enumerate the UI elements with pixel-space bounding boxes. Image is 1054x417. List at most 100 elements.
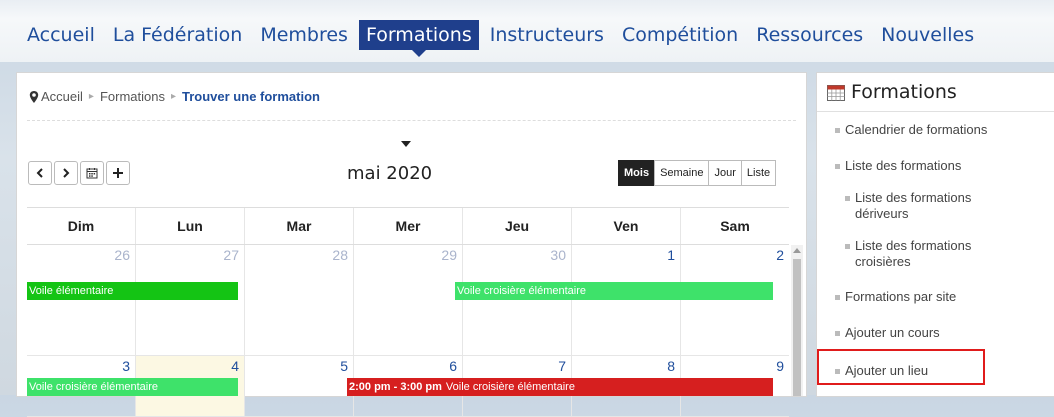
- sidebar-item-label: Liste des formations dériveurs: [855, 190, 972, 221]
- day-number[interactable]: 29: [441, 247, 457, 263]
- breadcrumb-current: Trouver une formation: [182, 89, 320, 104]
- calendar-week: 26 27 28 29 30 1 2 Voile élémentaire Voi…: [27, 245, 789, 356]
- calendar-day-cell[interactable]: 2: [680, 245, 789, 355]
- sidebar-item-label: Ajouter un lieu: [845, 363, 929, 378]
- calendar-day-cell[interactable]: 29: [353, 245, 462, 355]
- sidebar-item-label: Formations par site: [845, 289, 957, 304]
- calendar-header-row: Dim Lun Mar Mer Jeu Ven Sam: [27, 207, 789, 245]
- bullet-icon: [835, 164, 840, 170]
- day-number[interactable]: 1: [667, 247, 675, 263]
- scroll-thumb[interactable]: [793, 259, 801, 396]
- divider: [27, 120, 796, 121]
- breadcrumb: Accueil ▸ Formations ▸ Trouver une forma…: [29, 89, 320, 104]
- bullet-icon: [835, 128, 840, 134]
- sidebar-item-liste[interactable]: Liste des formations: [835, 158, 961, 174]
- sidebar-item-calendrier[interactable]: Calendrier de formations: [835, 122, 987, 138]
- day-header: Ven: [571, 208, 680, 244]
- bullet-icon: [835, 331, 840, 337]
- chevron-left-icon: [36, 168, 43, 178]
- day-number[interactable]: 6: [449, 358, 457, 374]
- calendar-day-cell[interactable]: 30: [462, 245, 571, 355]
- day-number[interactable]: 7: [558, 358, 566, 374]
- day-header: Dim: [67, 218, 95, 234]
- breadcrumb-section[interactable]: Formations: [100, 89, 165, 104]
- sidebar-item-label: Ajouter un cours: [845, 325, 940, 340]
- day-number[interactable]: 3: [122, 358, 130, 374]
- calendar-day-cell[interactable]: 26: [27, 245, 135, 355]
- day-header: Sam: [680, 208, 789, 244]
- plus-icon: [113, 168, 123, 178]
- calendar-event[interactable]: Voile croisière élémentaire: [27, 378, 238, 396]
- day-number[interactable]: 9: [776, 358, 784, 374]
- sidebar-item-label: Calendrier de formations: [845, 122, 988, 137]
- bullet-icon: [835, 369, 840, 375]
- calendar-grid: Dim Lun Mar Mer Jeu Ven Sam 26 27 28 29 …: [27, 207, 789, 417]
- nav-item-formations[interactable]: Formations: [358, 20, 479, 50]
- day-number[interactable]: 5: [340, 358, 348, 374]
- divider: [817, 111, 1054, 112]
- day-number[interactable]: 4: [231, 358, 239, 374]
- view-week-button[interactable]: Semaine: [654, 160, 710, 186]
- day-number[interactable]: 27: [223, 247, 239, 263]
- sidebar: Formations Calendrier de formations List…: [816, 72, 1054, 397]
- breadcrumb-separator-icon: ▸: [170, 91, 177, 102]
- sidebar-item-ajouter-lieu[interactable]: Ajouter un lieu: [835, 363, 928, 379]
- calendar-picker-button[interactable]: [80, 161, 104, 185]
- calendar-event[interactable]: Voile croisière élémentaire: [455, 282, 773, 300]
- event-title: Voile croisière élémentaire: [445, 381, 575, 393]
- view-day-button[interactable]: Jour: [708, 160, 742, 186]
- view-month-button[interactable]: Mois: [618, 160, 656, 186]
- dropdown-caret-icon[interactable]: [401, 141, 411, 147]
- breadcrumb-home[interactable]: Accueil: [41, 89, 83, 104]
- map-pin-icon: [29, 90, 39, 103]
- nav-item-competition[interactable]: Compétition: [615, 20, 745, 50]
- sidebar-item-croisieres[interactable]: Liste des formations croisières: [845, 238, 1025, 270]
- nav-item-ressources[interactable]: Ressources: [749, 20, 870, 50]
- calendar-icon: [86, 168, 98, 179]
- calendar-event[interactable]: Voile élémentaire: [27, 282, 238, 300]
- sidebar-title: Formations: [827, 81, 957, 103]
- bullet-icon: [845, 196, 850, 201]
- nav-item-federation[interactable]: La Fédération: [106, 20, 249, 50]
- calendar-day-cell[interactable]: 5: [244, 356, 353, 416]
- breadcrumb-separator-icon: ▸: [88, 91, 94, 102]
- bullet-icon: [845, 244, 850, 249]
- next-button[interactable]: [54, 161, 78, 185]
- nav-menu: Accueil La Fédération Membres Formations…: [20, 20, 985, 50]
- bullet-icon: [835, 295, 840, 301]
- main-content: Accueil ▸ Formations ▸ Trouver une forma…: [16, 72, 807, 417]
- chevron-right-icon: [63, 168, 70, 178]
- day-header: Jeu: [462, 208, 571, 244]
- sidebar-item-par-site[interactable]: Formations par site: [835, 289, 956, 305]
- nav-item-instructeurs[interactable]: Instructeurs: [483, 20, 611, 50]
- sidebar-item-deriveurs[interactable]: Liste des formations dériveurs: [845, 190, 1025, 222]
- nav-item-accueil[interactable]: Accueil: [20, 20, 102, 50]
- nav-item-nouvelles[interactable]: Nouvelles: [874, 20, 981, 50]
- calendar-day-cell[interactable]: 27: [135, 245, 244, 355]
- day-header: Mer: [353, 208, 462, 244]
- sidebar-item-ajouter-cours[interactable]: Ajouter un cours: [835, 325, 940, 341]
- sidebar-item-label: Liste des formations: [845, 158, 962, 173]
- add-button[interactable]: [106, 161, 130, 185]
- calendar-icon: [827, 84, 845, 101]
- prev-button[interactable]: [28, 161, 52, 185]
- nav-item-membres[interactable]: Membres: [253, 20, 355, 50]
- calendar-day-cell[interactable]: 28: [244, 245, 353, 355]
- day-number[interactable]: 30: [550, 247, 566, 263]
- day-header: Mar: [244, 208, 353, 244]
- day-header: Lun: [135, 208, 244, 244]
- day-number[interactable]: 26: [114, 247, 130, 263]
- event-time: 2:00 pm - 3:00 pm: [349, 381, 442, 393]
- calendar-day-cell[interactable]: 1: [571, 245, 680, 355]
- month-title: mai 2020: [347, 163, 433, 184]
- sidebar-title-text: Formations: [851, 81, 957, 103]
- view-switcher: Mois Semaine Jour Liste: [618, 160, 777, 186]
- day-number[interactable]: 2: [776, 247, 784, 263]
- calendar-week: 3 4 5 6 7 8 9 Voile croisière élémentair…: [27, 356, 789, 417]
- calendar-scrollbar[interactable]: [791, 245, 803, 396]
- day-number[interactable]: 28: [332, 247, 348, 263]
- view-list-button[interactable]: Liste: [740, 160, 777, 186]
- calendar-event[interactable]: 2:00 pm - 3:00 pm Voile croisière élément…: [347, 378, 773, 396]
- day-number[interactable]: 8: [667, 358, 675, 374]
- scroll-up-icon[interactable]: [793, 248, 801, 253]
